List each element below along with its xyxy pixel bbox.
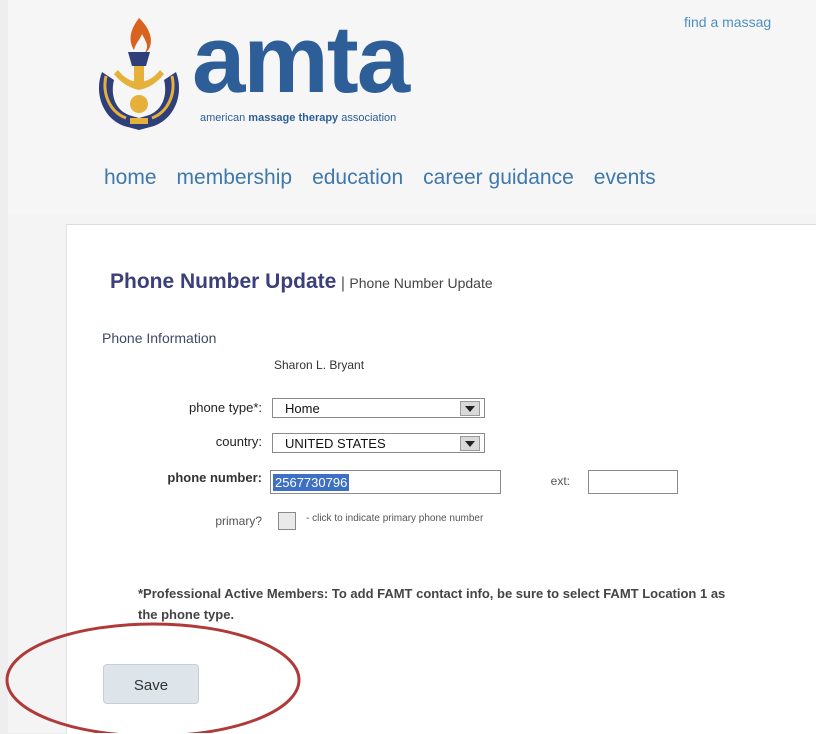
logo-tagline: american massage therapy association	[200, 112, 396, 124]
phone-type-label: phone type*:	[188, 400, 262, 415]
ext-input[interactable]	[588, 470, 678, 494]
nav-home[interactable]: home	[104, 166, 157, 190]
page-title: Phone Number Update	[110, 270, 337, 293]
page-title-row: Phone Number Update | Phone Number Updat…	[110, 270, 493, 294]
tagline-post: association	[338, 112, 397, 124]
primary-label: primary?	[215, 514, 262, 528]
section-label: Phone Information	[102, 330, 217, 346]
nav-career-guidance[interactable]: career guidance	[423, 166, 574, 190]
primary-hint: - click to indicate primary phone number	[306, 513, 484, 524]
phone-type-select[interactable]: Home	[272, 398, 485, 418]
find-a-massage-therapist-link[interactable]: find a massag	[684, 14, 771, 30]
nav-membership[interactable]: membership	[177, 166, 293, 190]
page-subtitle: Phone Number Update	[349, 275, 493, 291]
chevron-down-icon	[460, 401, 480, 416]
title-separator: |	[340, 275, 345, 292]
nav-events[interactable]: events	[594, 166, 656, 190]
phone-number-value: 2567730796	[273, 474, 350, 491]
country-label: country:	[215, 434, 262, 449]
country-select[interactable]: UNITED STATES	[272, 433, 485, 453]
phone-number-input[interactable]: 2567730796	[270, 470, 501, 494]
amta-wordmark: amta	[192, 6, 410, 113]
member-name: Sharon L. Bryant	[274, 358, 365, 372]
ext-label: ext:	[550, 474, 570, 488]
tagline-pre: american	[200, 112, 249, 124]
primary-checkbox[interactable]	[278, 512, 296, 530]
country-value: UNITED STATES	[285, 436, 386, 451]
main-nav: home membership education career guidance ev…	[104, 166, 676, 190]
phone-number-label: phone number:	[167, 470, 262, 485]
phone-type-value: Home	[285, 401, 320, 416]
nav-education[interactable]: education	[312, 166, 403, 190]
chevron-down-icon	[460, 436, 480, 451]
amta-seal-logo	[98, 18, 180, 130]
famt-note: *Professional Active Members: To add FAM…	[138, 586, 726, 622]
tagline-bold: massage therapy	[248, 112, 339, 124]
save-button[interactable]: Save	[103, 664, 199, 704]
